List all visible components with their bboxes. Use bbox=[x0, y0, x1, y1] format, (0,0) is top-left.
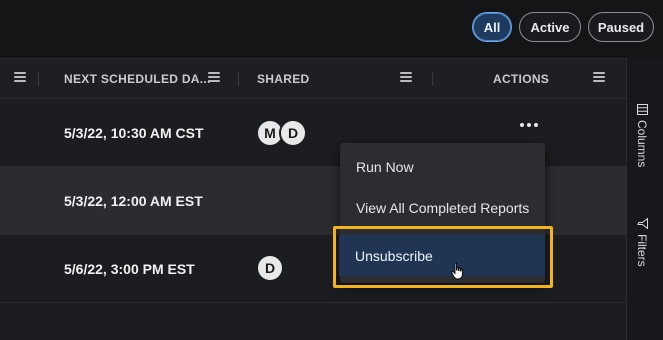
menu-item-unsubscribe[interactable]: Unsubscribe bbox=[339, 235, 545, 276]
filter-active-pill[interactable]: Active bbox=[519, 12, 581, 42]
menu-item-view-completed-reports[interactable]: View All Completed Reports bbox=[340, 191, 545, 225]
avatar[interactable]: D bbox=[256, 254, 284, 282]
header-actions[interactable]: ACTIONS bbox=[493, 59, 549, 99]
columns-label: Columns bbox=[635, 120, 649, 168]
columns-panel-toggle[interactable]: Columns bbox=[635, 104, 649, 167]
header-next-scheduled[interactable]: NEXT SCHEDULED DA... bbox=[64, 59, 211, 99]
columns-icon bbox=[636, 104, 648, 115]
filter-all-pill[interactable]: All bbox=[472, 12, 512, 42]
next-scheduled-date: 5/3/22, 12:00 AM EST bbox=[64, 192, 203, 209]
avatar[interactable]: D bbox=[279, 119, 307, 147]
actions-menu: Run Now View All Completed Reports Unsub… bbox=[339, 143, 545, 283]
filter-bar: All Active Paused bbox=[0, 0, 663, 58]
filter-icon bbox=[636, 218, 648, 229]
filters-panel-toggle[interactable]: Filters bbox=[635, 218, 649, 267]
column-menu-icon[interactable] bbox=[14, 72, 26, 84]
filter-paused-pill[interactable]: Paused bbox=[588, 12, 654, 42]
hand-cursor-icon bbox=[451, 262, 463, 280]
side-toolbar: Columns Filters bbox=[626, 58, 663, 340]
column-divider[interactable] bbox=[238, 72, 239, 86]
column-menu-icon[interactable] bbox=[400, 72, 412, 84]
grid-header: NEXT SCHEDULED DA... SHARED ACTIONS bbox=[0, 58, 626, 99]
column-menu-icon[interactable] bbox=[593, 72, 605, 84]
column-divider[interactable] bbox=[432, 72, 433, 86]
more-actions-icon[interactable] bbox=[520, 123, 538, 129]
menu-item-run-now[interactable]: Run Now bbox=[340, 150, 545, 184]
next-scheduled-date: 5/3/22, 10:30 AM CST bbox=[64, 124, 204, 141]
filters-label: Filters bbox=[635, 234, 649, 267]
header-shared[interactable]: SHARED bbox=[257, 59, 309, 99]
column-menu-icon[interactable] bbox=[208, 72, 220, 84]
column-divider[interactable] bbox=[38, 72, 39, 86]
next-scheduled-date: 5/6/22, 3:00 PM EST bbox=[64, 260, 195, 277]
